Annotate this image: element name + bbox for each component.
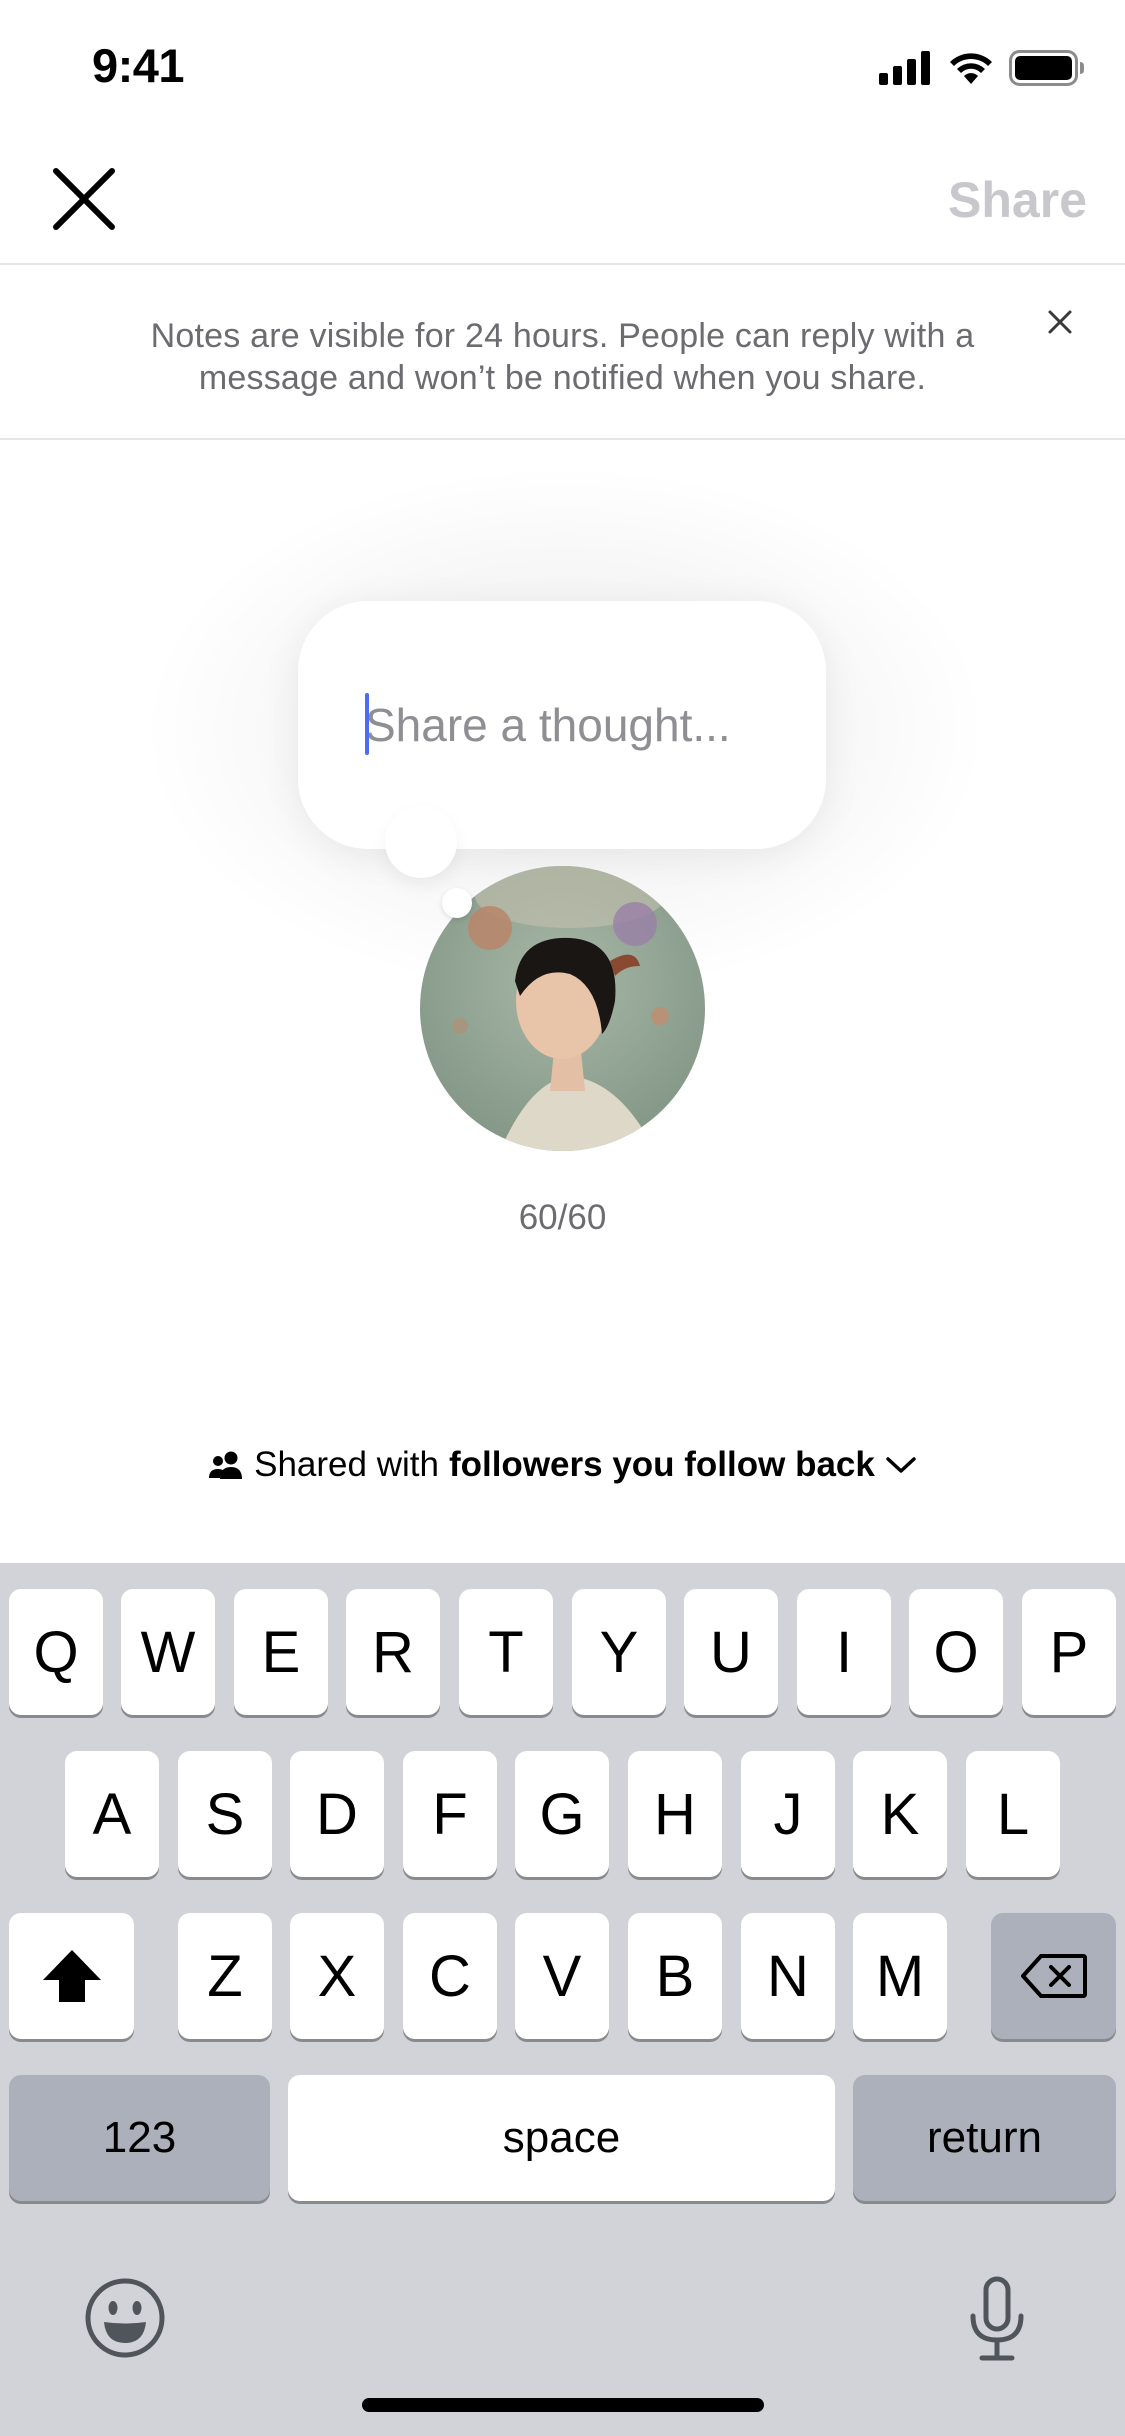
key-b[interactable]: B xyxy=(628,1913,722,2039)
thought-bubble-dot-small xyxy=(442,888,472,918)
signal-icon xyxy=(879,50,933,90)
thought-bubble-dot xyxy=(385,806,457,878)
key-x[interactable]: X xyxy=(290,1913,384,2039)
close-button[interactable] xyxy=(48,163,120,235)
banner-close-button[interactable] xyxy=(1035,297,1085,347)
home-indicator[interactable] xyxy=(362,2398,764,2412)
key-p[interactable]: P xyxy=(1022,1589,1116,1715)
share-button[interactable]: Share xyxy=(948,171,1087,229)
key-g[interactable]: G xyxy=(515,1751,609,1877)
chevron-down-icon xyxy=(886,1457,916,1473)
key-w[interactable]: W xyxy=(121,1589,215,1715)
status-icons xyxy=(879,49,1085,91)
close-icon xyxy=(53,168,115,230)
return-key[interactable]: return xyxy=(853,2075,1116,2201)
close-icon xyxy=(1048,310,1072,334)
key-l[interactable]: L xyxy=(966,1751,1060,1877)
space-key[interactable]: space xyxy=(288,2075,835,2201)
key-c[interactable]: C xyxy=(403,1913,497,2039)
key-d[interactable]: D xyxy=(290,1751,384,1877)
key-j[interactable]: J xyxy=(741,1751,835,1877)
key-t[interactable]: T xyxy=(459,1589,553,1715)
key-i[interactable]: I xyxy=(797,1589,891,1715)
key-e[interactable]: E xyxy=(234,1589,328,1715)
text-caret xyxy=(365,693,369,755)
key-r[interactable]: R xyxy=(346,1589,440,1715)
battery-icon xyxy=(1009,49,1085,91)
key-m[interactable]: M xyxy=(853,1913,947,2039)
keyboard: Q W E R T Y U I O P A S D F G H J K L Z … xyxy=(0,1563,1125,2436)
key-z[interactable]: Z xyxy=(178,1913,272,2039)
key-k[interactable]: K xyxy=(853,1751,947,1877)
shift-arrow-icon xyxy=(42,1950,101,2002)
character-count: 60/60 xyxy=(518,1198,607,1237)
microphone-icon xyxy=(970,2276,1024,2361)
key-a[interactable]: A xyxy=(65,1751,159,1877)
banner-text: Notes are visible for 24 hours. People c… xyxy=(150,317,975,397)
shift-key[interactable] xyxy=(9,1913,134,2039)
key-n[interactable]: N xyxy=(741,1913,835,2039)
key-u[interactable]: U xyxy=(684,1589,778,1715)
emoji-icon xyxy=(85,2278,165,2358)
audience-prefix: Shared with xyxy=(254,1445,439,1484)
key-h[interactable]: H xyxy=(628,1751,722,1877)
emoji-button[interactable] xyxy=(80,2273,170,2363)
status-bar: 9:41 xyxy=(0,0,1125,135)
key-s[interactable]: S xyxy=(178,1751,272,1877)
status-time: 9:41 xyxy=(92,39,185,92)
backspace-key[interactable] xyxy=(991,1913,1116,2039)
key-f[interactable]: F xyxy=(403,1751,497,1877)
note-input[interactable] xyxy=(365,690,785,760)
key-o[interactable]: O xyxy=(909,1589,1003,1715)
people-icon xyxy=(209,1451,243,1479)
header: Share xyxy=(0,135,1125,265)
key-v[interactable]: V xyxy=(515,1913,609,2039)
wifi-icon xyxy=(947,50,995,91)
audience-selector[interactable]: Shared with followers you follow back xyxy=(0,1440,1125,1490)
key-y[interactable]: Y xyxy=(572,1589,666,1715)
info-banner: Notes are visible for 24 hours. People c… xyxy=(0,265,1125,440)
dictation-button[interactable] xyxy=(952,2269,1042,2369)
audience-target: followers you follow back xyxy=(448,1445,875,1484)
key-q[interactable]: Q xyxy=(9,1589,103,1715)
numbers-key[interactable]: 123 xyxy=(9,2075,270,2201)
backspace-icon xyxy=(1020,1954,1087,1998)
